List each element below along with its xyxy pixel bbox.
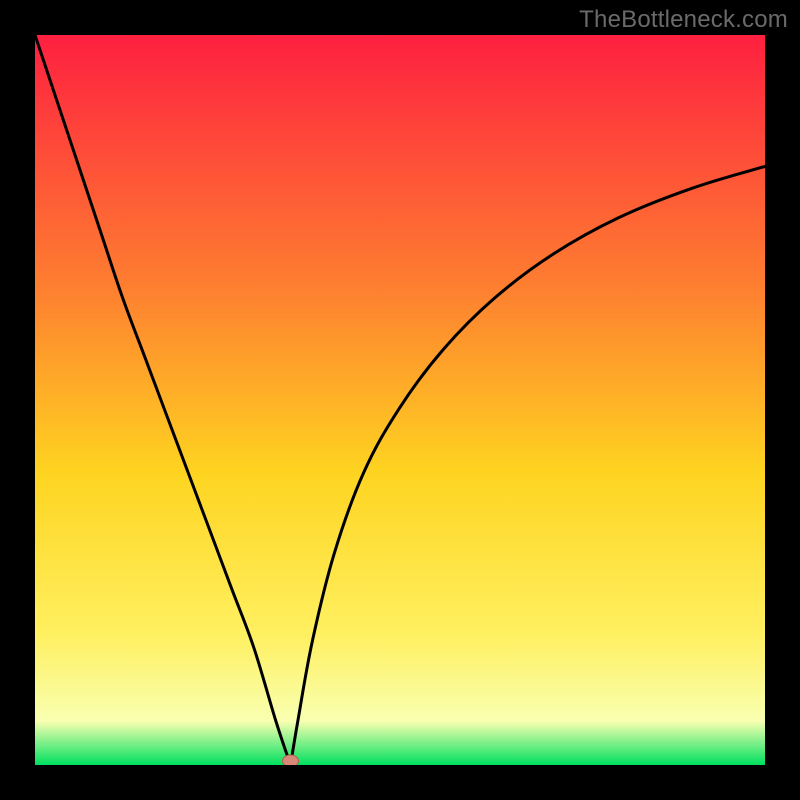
watermark-text: TheBottleneck.com (579, 6, 788, 34)
bottleneck-chart (35, 35, 765, 765)
optimal-point-marker (283, 755, 299, 765)
chart-frame (35, 35, 765, 765)
gradient-background (35, 35, 765, 765)
